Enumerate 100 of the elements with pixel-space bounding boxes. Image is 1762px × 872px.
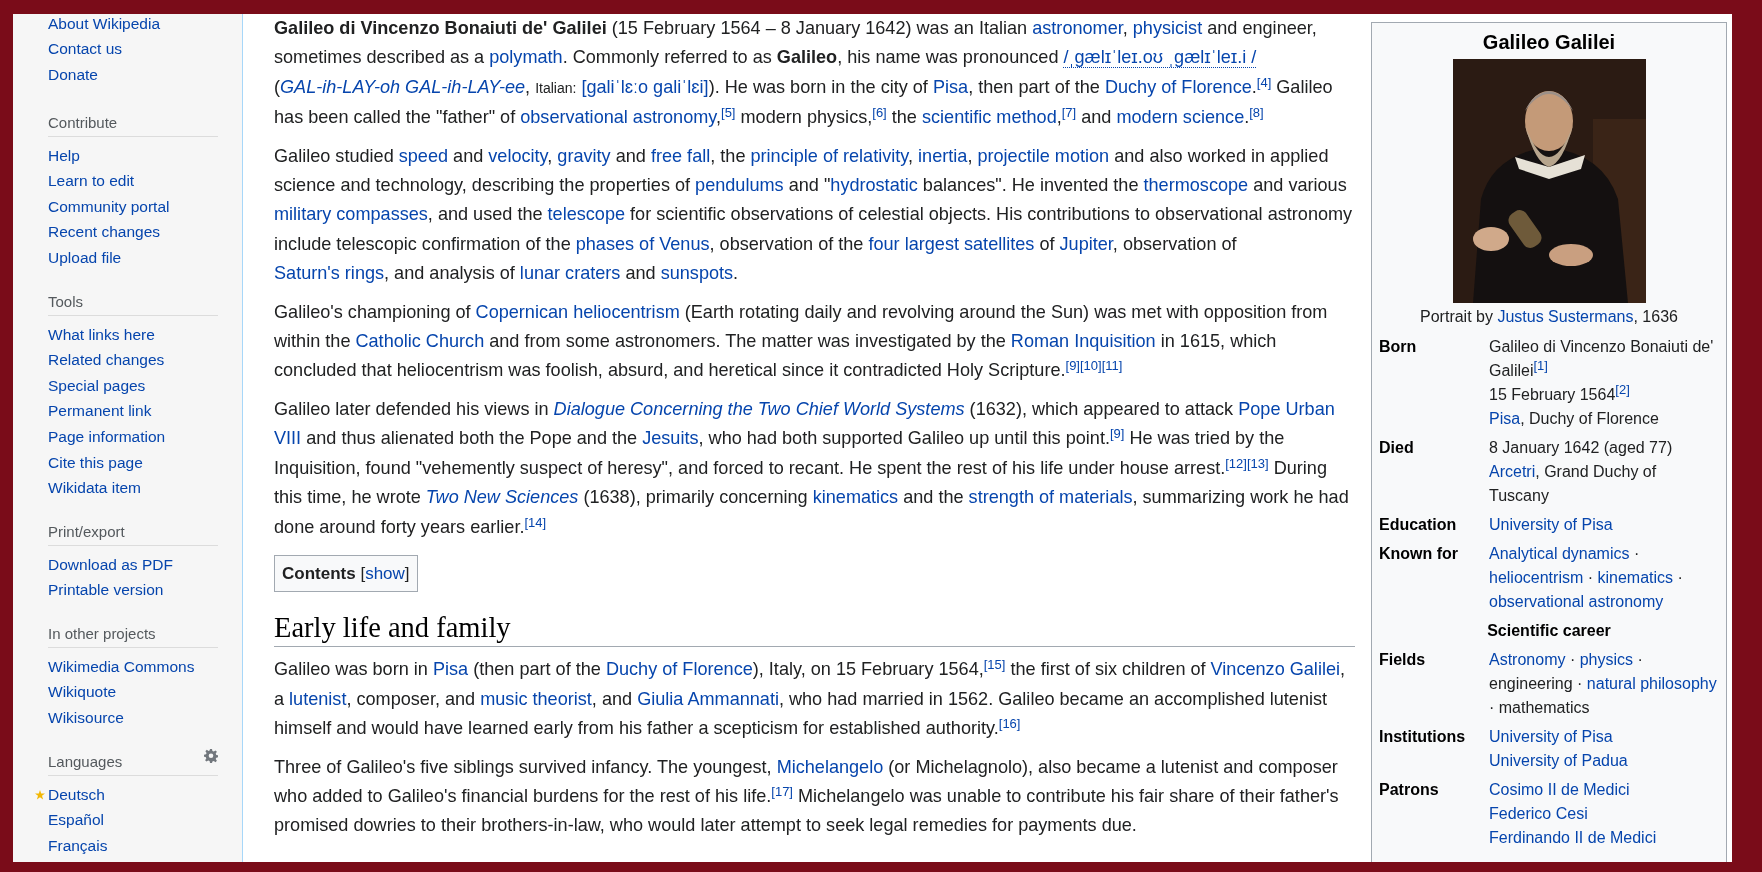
link[interactable]: Copernican heliocentrism bbox=[475, 301, 680, 322]
link[interactable]: music theorist bbox=[480, 688, 592, 709]
link[interactable]: GAL-ih-LAY-ee bbox=[405, 76, 526, 97]
reference-link[interactable]: [17] bbox=[771, 783, 793, 799]
sidebar-link[interactable]: Cite this page bbox=[48, 453, 143, 472]
link[interactable]: Dialogue Concerning the Two Chief World Systems bbox=[553, 398, 965, 419]
reference-link[interactable]: [12] bbox=[1225, 455, 1247, 471]
sidebar-link[interactable]: Permanent link bbox=[48, 402, 152, 421]
reference-link[interactable]: [8] bbox=[1249, 105, 1264, 121]
link[interactable]: modern science bbox=[1116, 107, 1245, 128]
link[interactable]: natural philosophy bbox=[1586, 675, 1717, 692]
reference-link[interactable]: [9] bbox=[1109, 426, 1125, 442]
sidebar-link[interactable]: Contact us bbox=[48, 40, 123, 59]
link[interactable]: Pisa bbox=[1489, 410, 1521, 427]
link[interactable]: Giulia Ammannati bbox=[637, 688, 779, 709]
link[interactable]: show bbox=[365, 563, 405, 583]
link[interactable]: principle of relativity bbox=[750, 145, 909, 166]
link[interactable]: hydrostatic bbox=[830, 175, 918, 196]
link[interactable]: astronomer bbox=[1032, 18, 1123, 38]
sidebar-link[interactable]: Upload file bbox=[48, 248, 122, 267]
link[interactable]: phases of Venus bbox=[575, 233, 710, 254]
link[interactable]: Two New Sciences bbox=[425, 487, 579, 508]
sidebar-link[interactable]: Help bbox=[48, 146, 80, 165]
sidebar-link[interactable]: Wikiquote bbox=[48, 683, 117, 702]
link[interactable]: Roman Inquisition bbox=[1010, 331, 1156, 352]
link[interactable]: Vincenzo bbox=[1210, 659, 1285, 680]
link[interactable]: free fall bbox=[650, 145, 711, 166]
sidebar-link[interactable]: Français bbox=[48, 836, 108, 855]
sidebar-link[interactable]: Community portal bbox=[48, 197, 170, 216]
link[interactable]: Jupiter bbox=[1059, 233, 1113, 254]
link[interactable]: strength of materials bbox=[968, 487, 1133, 508]
reference-link[interactable]: [4] bbox=[1256, 74, 1272, 90]
sidebar-link[interactable]: Page information bbox=[48, 427, 166, 446]
link[interactable]: Arcetri bbox=[1489, 463, 1536, 480]
link[interactable]: [galiˈlɛːo galiˈlɛi] bbox=[581, 76, 709, 97]
link[interactable]: heliocentrism bbox=[1489, 569, 1584, 586]
link[interactable]: Jesuits bbox=[642, 428, 699, 449]
link[interactable]: four largest satellites bbox=[868, 233, 1035, 254]
link[interactable]: GAL-ih-LAY-oh bbox=[280, 76, 401, 97]
link[interactable]: University of Pisa bbox=[1489, 516, 1613, 533]
link[interactable]: Pisa bbox=[432, 659, 469, 680]
link[interactable]: Justus Sustermans bbox=[1497, 308, 1634, 325]
link[interactable]: University of Padua bbox=[1489, 752, 1628, 769]
reference-link[interactable]: [1] bbox=[1533, 358, 1548, 373]
link[interactable]: speed bbox=[398, 145, 449, 166]
link[interactable]: inertia bbox=[918, 145, 968, 166]
reference-link[interactable]: [14] bbox=[524, 514, 547, 530]
link[interactable]: lunar craters bbox=[519, 263, 621, 284]
link[interactable]: Galilei bbox=[1289, 659, 1340, 680]
link[interactable]: Duchy of Florence bbox=[605, 659, 753, 680]
link[interactable]: kinematics bbox=[1597, 569, 1674, 586]
link[interactable]: thermoscope bbox=[1143, 175, 1249, 196]
reference-link[interactable]: [5] bbox=[721, 105, 736, 121]
link[interactable]: observational astronomy bbox=[1489, 593, 1664, 610]
reference-link[interactable]: [16] bbox=[998, 716, 1021, 732]
sidebar-link[interactable]: Recent changes bbox=[48, 223, 161, 242]
link[interactable]: Astronomy bbox=[1489, 651, 1566, 668]
link[interactable]: observational astronomy bbox=[520, 107, 716, 128]
sidebar-link[interactable]: Español bbox=[48, 811, 104, 830]
link[interactable]: Saturn's rings bbox=[274, 263, 385, 284]
link[interactable]: Analytical dynamics bbox=[1489, 545, 1630, 562]
sidebar-link[interactable]: Related changes bbox=[48, 351, 165, 370]
sidebar-link[interactable]: Donate bbox=[48, 66, 98, 84]
link[interactable]: lutenist bbox=[289, 688, 347, 709]
sidebar-link[interactable]: Learn to edit bbox=[48, 172, 135, 191]
link[interactable]: physicist bbox=[1132, 18, 1203, 38]
sidebar-link[interactable]: Wikimedia Commons bbox=[48, 657, 195, 676]
link[interactable]: pendulums bbox=[695, 175, 784, 196]
link[interactable]: Michelangelo bbox=[776, 756, 884, 777]
sidebar-link[interactable]: About Wikipedia bbox=[48, 14, 160, 33]
link[interactable]: University of Pisa bbox=[1489, 728, 1613, 745]
link[interactable]: physics bbox=[1579, 651, 1634, 668]
reference-link[interactable]: [6] bbox=[872, 105, 887, 121]
link[interactable]: Pisa bbox=[932, 76, 969, 97]
reference-link[interactable]: [11] bbox=[1101, 358, 1123, 374]
link[interactable]: kinematics bbox=[812, 487, 899, 508]
sidebar-link[interactable]: Printable version bbox=[48, 581, 164, 600]
link[interactable]: telescope bbox=[547, 204, 626, 225]
link[interactable]: Duchy of Florence bbox=[1104, 76, 1252, 97]
reference-link[interactable]: [10] bbox=[1080, 358, 1102, 374]
link[interactable]: Pope Urban bbox=[1238, 398, 1335, 419]
sidebar-link[interactable]: Wikidata item bbox=[48, 479, 142, 498]
sidebar-link[interactable]: Download as PDF bbox=[48, 555, 173, 574]
sidebar-link[interactable]: Deutsch bbox=[48, 785, 105, 804]
reference-link[interactable]: [15] bbox=[983, 657, 1006, 673]
link[interactable]: scientific method bbox=[921, 107, 1057, 128]
link[interactable]: Catholic Church bbox=[355, 331, 485, 352]
link[interactable]: velocity bbox=[488, 145, 548, 166]
link[interactable]: military compasses bbox=[274, 204, 428, 225]
reference-link[interactable]: [7] bbox=[1061, 105, 1077, 121]
reference-link[interactable]: [13] bbox=[1246, 455, 1269, 471]
reference-link[interactable]: [2] bbox=[1615, 382, 1630, 397]
link[interactable]: Cosimo II de Medici bbox=[1489, 781, 1630, 798]
link[interactable]: sunspots bbox=[660, 263, 734, 284]
link[interactable]: VIII bbox=[274, 428, 302, 449]
sidebar-link[interactable]: What links here bbox=[48, 325, 155, 344]
reference-link[interactable]: [9] bbox=[1065, 358, 1080, 374]
sidebar-link[interactable]: Wikisource bbox=[48, 709, 124, 728]
sidebar-link[interactable]: Special pages bbox=[48, 376, 146, 395]
link[interactable]: gravity bbox=[557, 145, 611, 166]
